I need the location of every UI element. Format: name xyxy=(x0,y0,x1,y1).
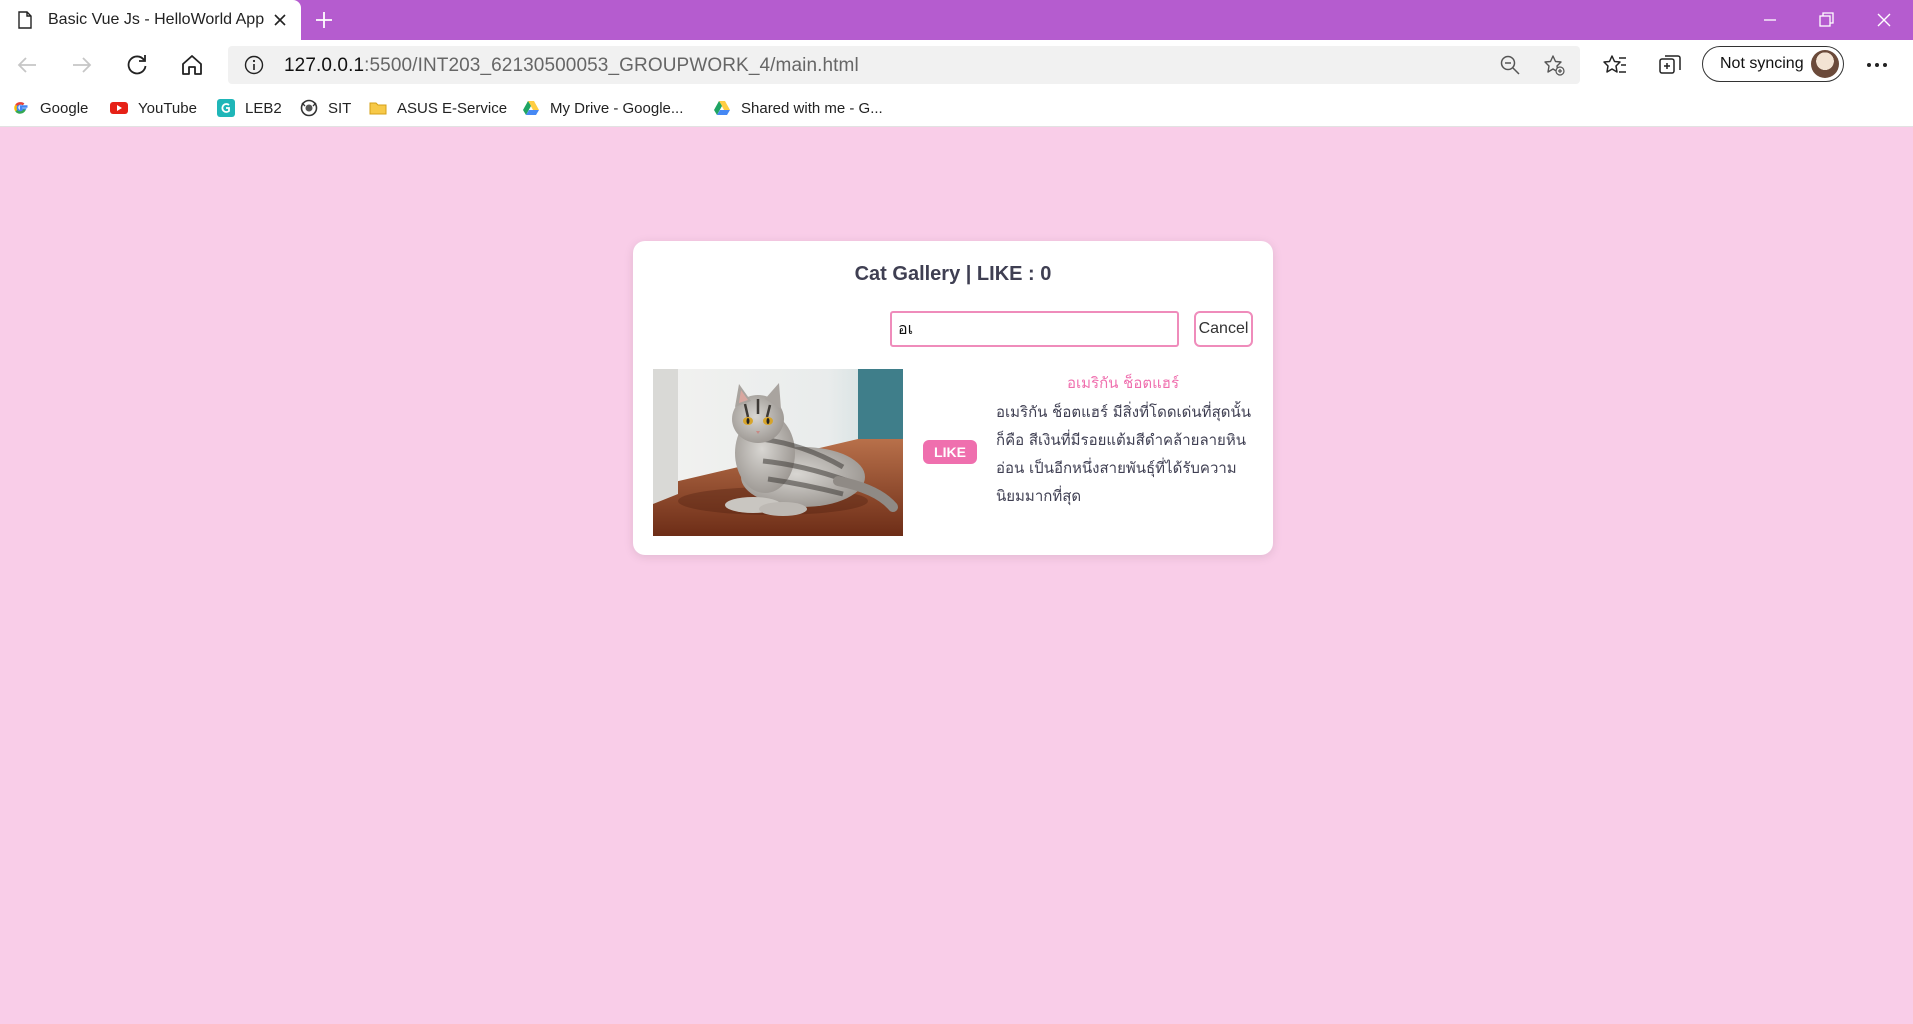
zoom-out-icon[interactable] xyxy=(1499,54,1521,76)
back-icon[interactable] xyxy=(14,52,40,78)
more-options-icon[interactable] xyxy=(1864,54,1890,76)
url-text[interactable]: 127.0.0.1:5500/INT203_62130500053_GROUPW… xyxy=(284,55,859,77)
search-input[interactable] xyxy=(890,311,1179,347)
minimize-icon[interactable] xyxy=(1758,8,1782,32)
bookmark-leb2[interactable]: LEB2 xyxy=(217,90,282,126)
google-drive-icon xyxy=(714,101,730,115)
bookmark-google[interactable]: Google xyxy=(12,90,88,126)
url-path: :5500/INT203_62130500053_GROUPWORK_4/mai… xyxy=(364,55,859,76)
bookmark-shared-with-me[interactable]: Shared with me - G... xyxy=(713,90,883,126)
bookmark-label: My Drive - Google... xyxy=(550,99,684,117)
refresh-icon[interactable] xyxy=(124,52,150,78)
bookmark-youtube[interactable]: YouTube xyxy=(110,90,197,126)
bookmark-sit[interactable]: SIT xyxy=(300,90,351,126)
url-host: 127.0.0.1 xyxy=(284,55,365,76)
gallery-title: Cat Gallery | LIKE : 0 xyxy=(854,263,1052,285)
site-info-icon[interactable] xyxy=(244,55,264,75)
favorites-icon[interactable] xyxy=(1602,52,1628,78)
add-favorite-icon[interactable] xyxy=(1543,54,1565,76)
cat-name: อเมริกัน ช็อตแฮร์ xyxy=(1067,374,1179,392)
forward-icon[interactable] xyxy=(69,52,95,78)
title-bar: Basic Vue Js - HelloWorld App xyxy=(0,0,1913,40)
bookmark-asus-e-service[interactable]: ASUS E-Service xyxy=(369,90,507,126)
like-button[interactable]: LIKE xyxy=(923,440,977,464)
home-icon[interactable] xyxy=(179,52,205,78)
bookmark-my-drive[interactable]: My Drive - Google... xyxy=(522,90,683,126)
sync-status-label: Not syncing xyxy=(1720,55,1804,72)
new-tab-icon[interactable] xyxy=(314,10,334,30)
bookmarks-bar: Google YouTube LEB2 SIT ASUS E-Service M… xyxy=(0,90,1913,127)
google-drive-icon xyxy=(523,101,539,115)
bookmark-label: SIT xyxy=(328,99,352,117)
bookmark-label: Shared with me - G... xyxy=(741,99,883,117)
cat-description: อเมริกัน ช็อตแฮร์ มีสิ่งที่โดดเด่นที่สุด… xyxy=(996,403,1251,505)
folder-icon xyxy=(369,102,387,115)
collections-icon[interactable] xyxy=(1657,52,1683,78)
navigation-bar: 127.0.0.1:5500/INT203_62130500053_GROUPW… xyxy=(0,40,1913,90)
restore-icon[interactable] xyxy=(1814,8,1838,32)
close-window-icon[interactable] xyxy=(1872,8,1896,32)
bookmark-label: LEB2 xyxy=(245,99,282,117)
tab-title: Basic Vue Js - HelloWorld App xyxy=(48,11,265,28)
google-icon xyxy=(14,102,28,114)
address-bar[interactable]: 127.0.0.1:5500/INT203_62130500053_GROUPW… xyxy=(228,46,1580,84)
close-tab-icon[interactable] xyxy=(272,12,288,28)
leb2-icon xyxy=(217,99,235,117)
browser-tab[interactable]: Basic Vue Js - HelloWorld App xyxy=(0,0,301,40)
cat-gallery-card: Cat Gallery | LIKE : 0 Cancel xyxy=(633,241,1273,555)
sit-icon xyxy=(300,99,318,117)
cat-image xyxy=(653,369,903,536)
youtube-icon xyxy=(110,102,128,114)
bookmark-label: YouTube xyxy=(138,99,197,117)
bookmark-label: Google xyxy=(40,99,89,117)
profile-sync-button[interactable]: Not syncing xyxy=(1702,46,1844,82)
profile-avatar xyxy=(1811,50,1839,78)
bookmark-label: ASUS E-Service xyxy=(397,99,508,117)
page-icon xyxy=(18,11,32,29)
cancel-button[interactable]: Cancel xyxy=(1194,311,1253,347)
